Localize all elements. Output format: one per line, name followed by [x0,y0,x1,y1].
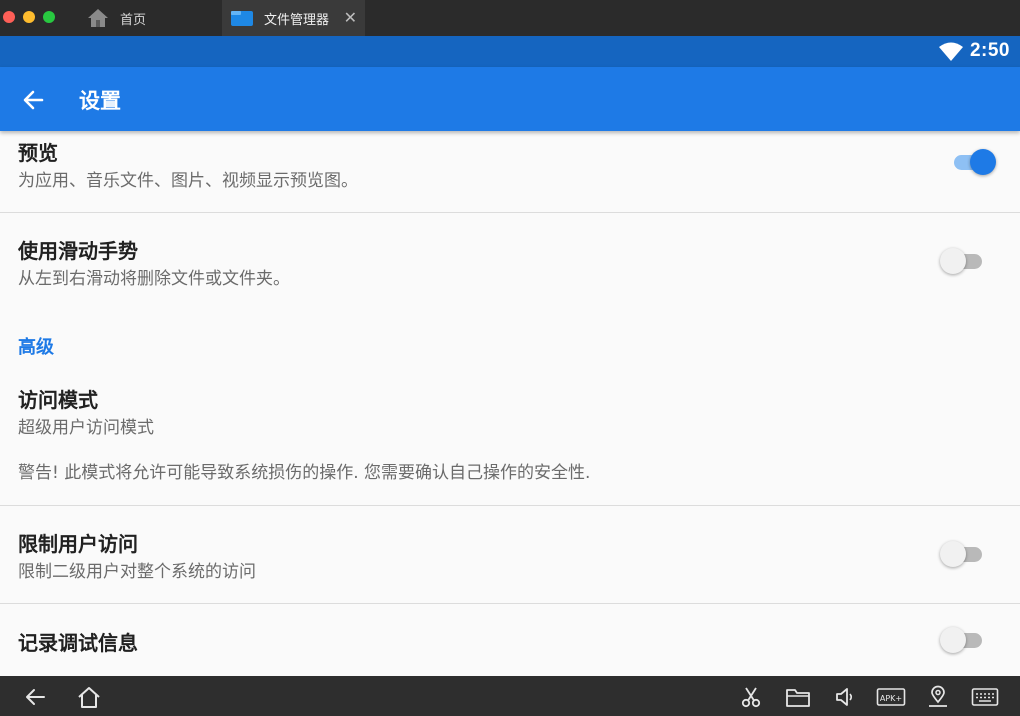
maximize-window-button[interactable] [43,11,55,23]
status-bar: 2:50 [0,36,1020,67]
restrict-access-toggle[interactable] [940,539,986,569]
setting-restrict-summary: 限制二级用户对整个系统的访问 [18,562,256,582]
debug-log-toggle[interactable] [940,625,986,655]
setting-preview-title: 预览 [18,141,58,165]
tab-home-label: 首页 [120,12,147,28]
tab-file-manager[interactable]: 文件管理器 ✕ [222,0,365,36]
volume-icon[interactable] [832,684,858,710]
page-title: 设置 [79,89,121,113]
app-bar: 设置 [0,67,1020,131]
section-header-advanced: 高级 [18,337,54,358]
setting-access-mode-summary: 超级用户访问模式 [18,418,154,438]
window-tab-bar: 首页 文件管理器 ✕ [0,0,1020,36]
access-mode-warning: 警告! 此模式将允许可能导致系统损伤的操作. 您需要确认自己操作的安全性. [18,463,591,483]
setting-swipe-summary: 从左到右滑动将删除文件或文件夹。 [18,269,290,289]
close-window-button[interactable] [3,11,15,23]
status-time: 2:50 [969,40,1010,61]
folder-icon [230,9,254,27]
setting-preview[interactable]: 预览 为应用、音乐文件、图片、视频显示预览图。 [0,131,1020,212]
setting-swipe-title: 使用滑动手势 [18,239,138,263]
wifi-icon [938,42,964,66]
setting-debug-log-title: 记录调试信息 [18,631,138,655]
setting-access-mode-title: 访问模式 [18,388,98,412]
minimize-window-button[interactable] [23,11,35,23]
location-icon[interactable] [925,684,951,710]
tab-file-manager-label: 文件管理器 [264,12,330,28]
preview-toggle[interactable] [950,147,996,177]
arrow-back-icon[interactable] [20,87,46,113]
back-icon[interactable] [22,684,48,710]
tab-home[interactable]: 首页 [80,0,220,36]
setting-debug-log[interactable]: 记录调试信息 [0,604,1020,676]
svg-text:APK+: APK+ [880,694,902,703]
setting-preview-summary: 为应用、音乐文件、图片、视频显示预览图。 [18,171,358,191]
setting-swipe-gesture[interactable]: 使用滑动手势 从左到右滑动将删除文件或文件夹。 [0,213,1020,309]
setting-restrict-user-access[interactable]: 限制用户访问 限制二级用户对整个系统的访问 [0,506,1020,603]
settings-list: 预览 为应用、音乐文件、图片、视频显示预览图。 使用滑动手势 从左到右滑动将删除… [0,131,1020,676]
emulator-toolbar: APK+ [0,676,1020,716]
setting-access-mode[interactable]: 访问模式 超级用户访问模式 警告! 此模式将允许可能导致系统损伤的操作. 您需要… [0,371,1020,505]
home-icon [86,7,110,29]
home-icon[interactable] [76,684,102,710]
scissors-icon[interactable] [738,684,764,710]
keyboard-icon[interactable] [970,684,1000,710]
close-icon[interactable]: ✕ [344,8,357,28]
setting-restrict-title: 限制用户访问 [18,532,138,556]
folder-icon[interactable] [785,684,811,710]
swipe-toggle[interactable] [940,246,986,276]
apk-install-icon[interactable]: APK+ [876,684,906,710]
